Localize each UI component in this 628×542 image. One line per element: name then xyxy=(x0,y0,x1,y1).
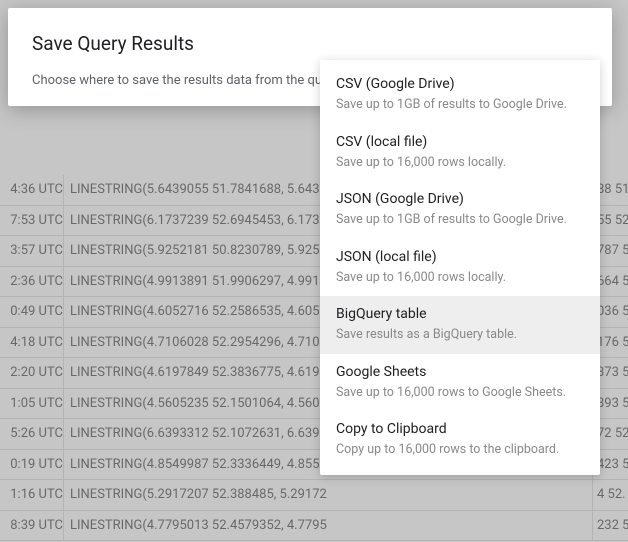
menu-item-title: Copy to Clipboard xyxy=(336,421,584,437)
menu-item[interactable]: CSV (Google Drive) Save up to 1GB of resu… xyxy=(320,66,600,124)
menu-item[interactable]: BigQuery table Save results as a BigQuery… xyxy=(320,296,600,354)
menu-item-title: JSON (Google Drive) xyxy=(336,191,584,207)
menu-item-desc: Save up to 16,000 rows to Google Sheets. xyxy=(336,384,584,402)
menu-item-title: JSON (local file) xyxy=(336,249,584,265)
menu-item[interactable]: Copy to Clipboard Copy up to 16,000 rows … xyxy=(320,411,600,469)
menu-item-title: CSV (local file) xyxy=(336,134,584,150)
dialog-title: Save Query Results xyxy=(32,32,588,55)
menu-item-desc: Save up to 16,000 rows locally. xyxy=(336,269,584,287)
menu-item-desc: Save results as a BigQuery table. xyxy=(336,326,584,344)
menu-item-title: CSV (Google Drive) xyxy=(336,76,584,92)
menu-item[interactable]: Google Sheets Save up to 16,000 rows to G… xyxy=(320,354,600,412)
menu-item[interactable]: JSON (Google Drive) Save up to 1GB of res… xyxy=(320,181,600,239)
menu-item-desc: Save up to 1GB of results to Google Driv… xyxy=(336,96,584,114)
save-options-menu: CSV (Google Drive) Save up to 1GB of resu… xyxy=(320,60,600,475)
menu-item[interactable]: JSON (local file) Save up to 16,000 rows … xyxy=(320,239,600,297)
menu-item-title: Google Sheets xyxy=(336,364,584,380)
menu-item-desc: Save up to 1GB of results to Google Driv… xyxy=(336,211,584,229)
menu-item-title: BigQuery table xyxy=(336,306,584,322)
menu-item-desc: Save up to 16,000 rows locally. xyxy=(336,154,584,172)
menu-item[interactable]: CSV (local file) Save up to 16,000 rows l… xyxy=(320,124,600,182)
menu-item-desc: Copy up to 16,000 rows to the clipboard. xyxy=(336,441,584,459)
